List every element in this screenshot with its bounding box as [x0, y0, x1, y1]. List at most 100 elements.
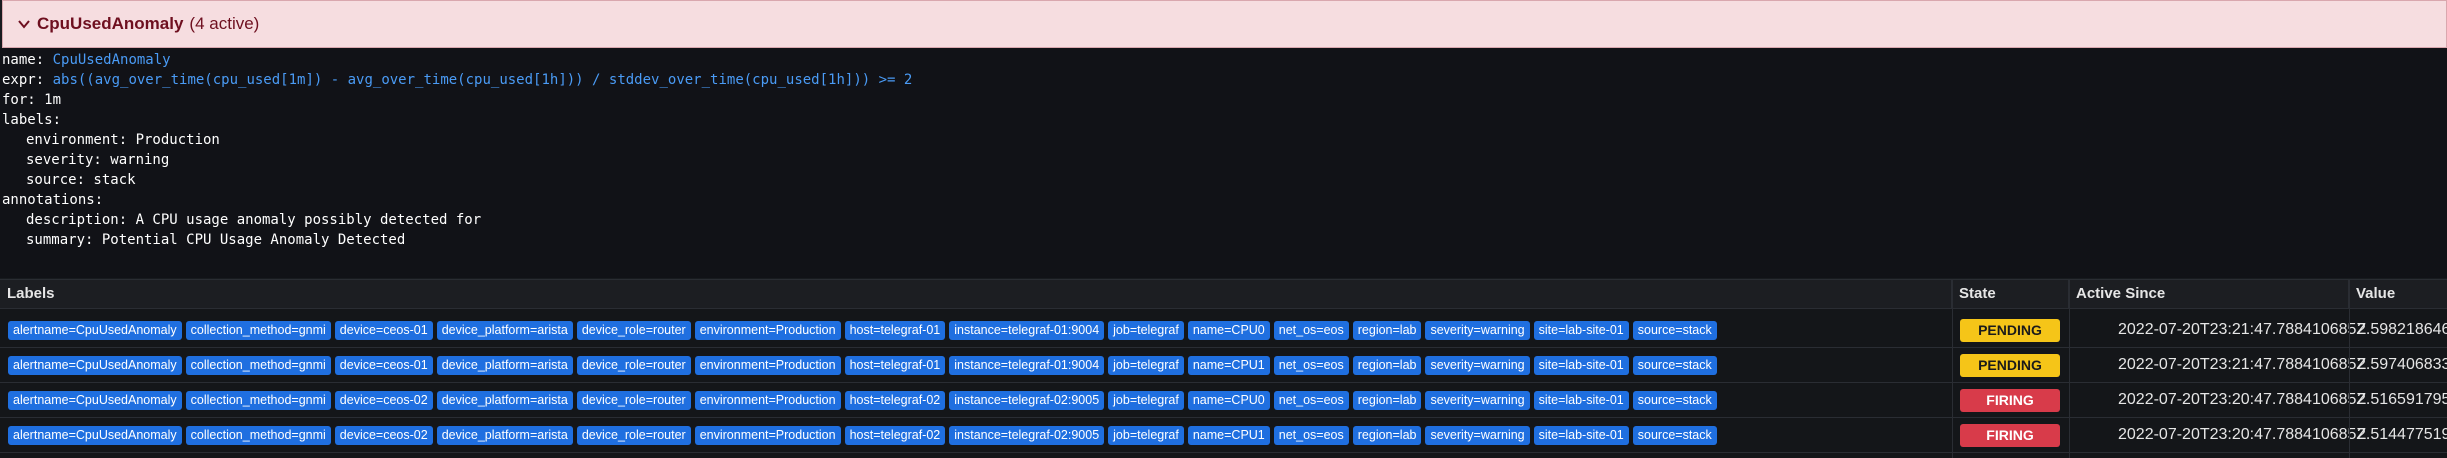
- column-header-value: Value: [2356, 285, 2396, 302]
- table-row: alertname=CpuUsedAnomaly collection_metho…: [0, 418, 2447, 453]
- label-chip: net_os=eos: [1273, 356, 1349, 375]
- label-chip: device_role=router: [576, 426, 691, 445]
- label-chip: job=telegraf: [1108, 426, 1184, 445]
- label-chip: region=lab: [1352, 321, 1422, 340]
- table-row: alertname=CpuUsedAnomaly collection_metho…: [0, 313, 2447, 348]
- label-chip: site=lab-site-01: [1533, 321, 1629, 340]
- column-divider: [2349, 279, 2350, 458]
- active-since-value: 2022-07-20T23:21:47.788410685Z: [2118, 356, 2367, 373]
- label-chip: collection_method=gnmi: [185, 426, 331, 445]
- rule-labels-key: labels:: [2, 112, 62, 128]
- label-chip: device=ceos-01: [334, 356, 433, 375]
- label-chip: net_os=eos: [1273, 426, 1349, 445]
- value-cell: 2.514477519: [2357, 426, 2447, 443]
- rule-name-link[interactable]: CpuUsedAnomaly: [53, 52, 171, 68]
- alert-group-header[interactable]: CpuUsedAnomaly (4 active): [2, 0, 2447, 48]
- table-row: alertname=CpuUsedAnomaly collection_metho…: [0, 348, 2447, 383]
- label-chip: device=ceos-02: [334, 391, 433, 410]
- label-chip: device_role=router: [576, 356, 691, 375]
- label-chip: net_os=eos: [1273, 391, 1349, 410]
- active-since-value: 2022-07-20T23:20:47.788410685Z: [2118, 426, 2367, 443]
- label-chip: device_platform=arista: [436, 356, 573, 375]
- label-chip: environment=Production: [694, 391, 841, 410]
- label-chip: alertname=CpuUsedAnomaly: [8, 356, 182, 375]
- label-chip: name=CPU0: [1187, 321, 1270, 340]
- label-chip: environment=Production: [694, 321, 841, 340]
- label-chip: device=ceos-02: [334, 426, 433, 445]
- state-badge: PENDING: [1960, 354, 2060, 377]
- labels-cell: alertname=CpuUsedAnomaly collection_metho…: [8, 355, 1717, 376]
- rule-expr-line: expr: abs((avg_over_time(cpu_used[1m]) -…: [2, 72, 913, 88]
- label-chip: region=lab: [1352, 356, 1422, 375]
- state-badge: FIRING: [1960, 424, 2060, 447]
- active-since-value: 2022-07-20T23:20:47.788410685Z: [2118, 391, 2367, 408]
- label-chip: name=CPU1: [1187, 426, 1270, 445]
- rule-for-line: for: 1m: [2, 92, 62, 108]
- rule-annotation: description: A CPU usage anomaly possibl…: [26, 212, 482, 228]
- label-chip: region=lab: [1352, 426, 1422, 445]
- label-chip: instance=telegraf-02:9005: [949, 391, 1105, 410]
- label-chip: device_platform=arista: [436, 391, 573, 410]
- label-chip: collection_method=gnmi: [185, 391, 331, 410]
- rule-name-line: name: CpuUsedAnomaly: [2, 52, 171, 68]
- label-chip: instance=telegraf-01:9004: [949, 321, 1105, 340]
- rule-annotations-key: annotations:: [2, 192, 104, 208]
- label-chip: name=CPU0: [1187, 391, 1270, 410]
- label-chip: job=telegraf: [1108, 356, 1184, 375]
- rule-label: environment: Production: [26, 132, 220, 148]
- alert-rule-title: CpuUsedAnomaly: [37, 14, 184, 33]
- label-chip: alertname=CpuUsedAnomaly: [8, 321, 182, 340]
- rule-label: source: stack: [26, 172, 136, 188]
- label-chip: device_platform=arista: [436, 426, 573, 445]
- label-chip: device=ceos-01: [334, 321, 433, 340]
- label-chip: host=telegraf-02: [844, 426, 946, 445]
- label-chip: name=CPU1: [1187, 356, 1270, 375]
- label-chip: device_role=router: [576, 321, 691, 340]
- label-chip: device_platform=arista: [436, 321, 573, 340]
- value-cell: 2.598218646: [2357, 321, 2447, 338]
- label-chip: source=stack: [1632, 321, 1717, 340]
- label-chip: collection_method=gnmi: [185, 321, 331, 340]
- label-chip: region=lab: [1352, 391, 1422, 410]
- label-chip: source=stack: [1632, 356, 1717, 375]
- label-chip: job=telegraf: [1108, 391, 1184, 410]
- rule-label: severity: warning: [26, 152, 170, 168]
- label-chip: site=lab-site-01: [1533, 356, 1629, 375]
- label-chip: host=telegraf-01: [844, 356, 946, 375]
- label-chip: severity=warning: [1425, 391, 1530, 410]
- label-chip: net_os=eos: [1273, 321, 1349, 340]
- label-chip: environment=Production: [694, 356, 841, 375]
- label-chip: host=telegraf-02: [844, 391, 946, 410]
- state-badge: FIRING: [1960, 389, 2060, 412]
- label-chip: instance=telegraf-01:9004: [949, 356, 1105, 375]
- value-cell: 2.516591795: [2357, 391, 2447, 408]
- rule-expr-link[interactable]: abs((avg_over_time(cpu_used[1m]) - avg_o…: [53, 72, 913, 88]
- label-chip: collection_method=gnmi: [185, 356, 331, 375]
- rule-annotation: summary: Potential CPU Usage Anomaly Det…: [26, 232, 406, 248]
- column-divider: [1952, 279, 1953, 458]
- active-since-value: 2022-07-20T23:21:47.788410685Z: [2118, 321, 2367, 338]
- label-chip: job=telegraf: [1108, 321, 1184, 340]
- labels-cell: alertname=CpuUsedAnomaly collection_metho…: [8, 390, 1717, 411]
- labels-cell: alertname=CpuUsedAnomaly collection_metho…: [8, 425, 1717, 446]
- chevron-down-icon[interactable]: [13, 13, 35, 35]
- column-header-labels: Labels: [0, 279, 1952, 309]
- label-chip: severity=warning: [1425, 356, 1530, 375]
- label-chip: site=lab-site-01: [1533, 426, 1629, 445]
- value-cell: 2.597406833: [2357, 356, 2447, 373]
- label-chip: severity=warning: [1425, 426, 1530, 445]
- column-divider: [2069, 279, 2070, 458]
- rule-definition: name: CpuUsedAnomaly expr: abs((avg_over…: [0, 48, 2447, 278]
- state-badge: PENDING: [1960, 319, 2060, 342]
- label-chip: site=lab-site-01: [1533, 391, 1629, 410]
- label-chip: severity=warning: [1425, 321, 1530, 340]
- label-chip: source=stack: [1632, 426, 1717, 445]
- table-row: alertname=CpuUsedAnomaly collection_metho…: [0, 383, 2447, 418]
- labels-cell: alertname=CpuUsedAnomaly collection_metho…: [8, 320, 1717, 341]
- column-header-state: State: [1952, 279, 2069, 309]
- label-chip: instance=telegraf-02:9005: [949, 426, 1105, 445]
- label-chip: source=stack: [1632, 391, 1717, 410]
- label-chip: alertname=CpuUsedAnomaly: [8, 426, 182, 445]
- column-header-active-since: Active Since: [2069, 279, 2349, 309]
- label-chip: environment=Production: [694, 426, 841, 445]
